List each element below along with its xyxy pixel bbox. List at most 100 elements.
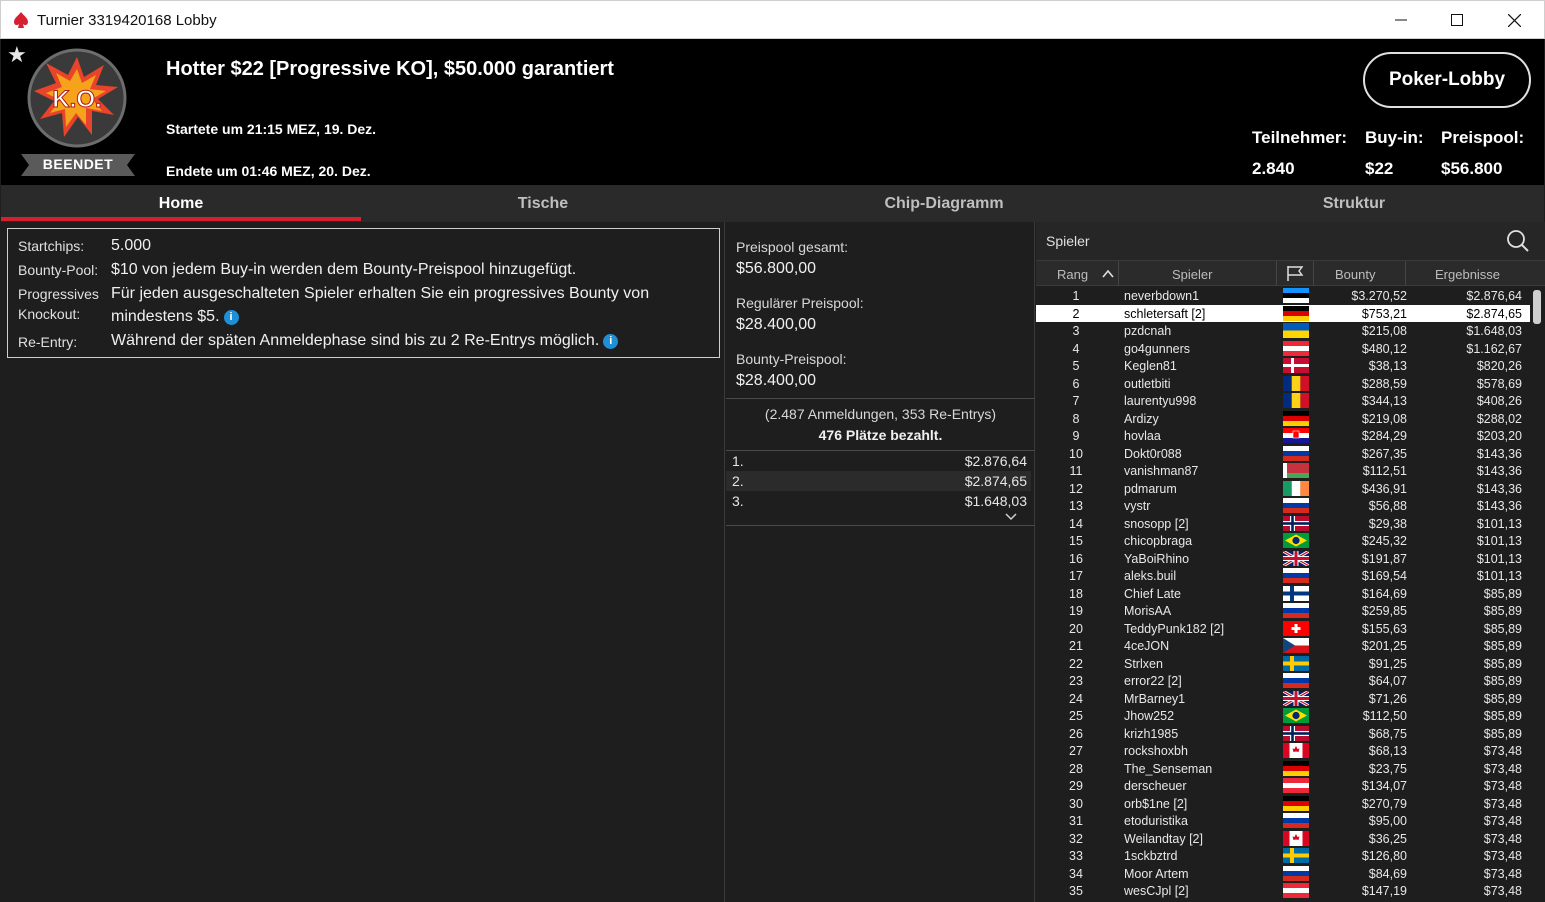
sort-asc-icon[interactable] bbox=[1102, 269, 1114, 278]
table-row[interactable]: 17 aleks.buil $169,54 $101,13 bbox=[1036, 567, 1530, 585]
player-search[interactable]: Spieler bbox=[1036, 222, 1545, 260]
prizepool-label: Preispool: bbox=[1441, 128, 1525, 147]
table-row[interactable]: 4 go4gunners $480,12 $1.162,67 bbox=[1036, 340, 1530, 358]
table-row[interactable]: 33 1sckbztrd $126,80 $73,48 bbox=[1036, 847, 1530, 865]
pko-info-icon[interactable]: i bbox=[223, 310, 239, 325]
table-row[interactable]: 5 Keglen81 $38,13 $820,26 bbox=[1036, 357, 1530, 375]
table-row[interactable]: 32 Weilandtay [2] $36,25 $73,48 bbox=[1036, 830, 1530, 848]
table-row[interactable]: 29 derscheuer $134,07 $73,48 bbox=[1036, 777, 1530, 795]
table-row[interactable]: 3 pzdcnah $215,08 $1.648,03 bbox=[1036, 322, 1530, 340]
player-rank: 22 bbox=[1069, 656, 1083, 671]
at-flag-icon bbox=[1283, 778, 1309, 793]
player-result: $101,13 bbox=[1476, 534, 1522, 548]
col-rank[interactable]: Rang bbox=[1057, 267, 1088, 282]
col-player[interactable]: Spieler bbox=[1172, 267, 1212, 282]
table-row[interactable]: 13 vystr $56,88 $143,36 bbox=[1036, 497, 1530, 515]
tournament-header: ★ K.O. BEENDET Hotter $22 [Progressive K… bbox=[1, 39, 1544, 185]
player-name: vanishman87 bbox=[1124, 464, 1199, 478]
minimize-button[interactable] bbox=[1372, 1, 1430, 39]
table-row[interactable]: 9 hovlaa $284,29 $203,20 bbox=[1036, 427, 1530, 445]
table-row[interactable]: 26 krizh1985 $68,75 $85,89 bbox=[1036, 725, 1530, 743]
player-result: $85,89 bbox=[1483, 674, 1522, 688]
player-name: pzdcnah bbox=[1124, 324, 1172, 338]
table-row[interactable]: 8 Ardizy $219,08 $288,02 bbox=[1036, 410, 1530, 428]
close-icon bbox=[1507, 13, 1521, 27]
pko-value-text: mindestens $5. bbox=[111, 308, 220, 325]
player-rank: 12 bbox=[1069, 481, 1083, 496]
favorite-star-icon[interactable]: ★ bbox=[7, 44, 27, 66]
chevron-down-icon[interactable] bbox=[1004, 512, 1018, 522]
tab-tables[interactable]: Tische bbox=[363, 185, 723, 222]
table-row[interactable]: 12 pdmarum $436,91 $143,36 bbox=[1036, 480, 1530, 498]
table-row[interactable]: 27 rockshoxbh $68,13 $73,48 bbox=[1036, 742, 1530, 760]
reentry-info-icon[interactable]: i bbox=[603, 334, 619, 349]
table-row[interactable]: 19 MorisAA $259,85 $85,89 bbox=[1036, 602, 1530, 620]
total-prizepool-value: $56.800,00 bbox=[736, 260, 817, 277]
table-row[interactable]: 21 4ceJON $201,25 $85,89 bbox=[1036, 637, 1530, 655]
player-result: $143,36 bbox=[1476, 446, 1522, 461]
player-name: MorisAA bbox=[1124, 604, 1172, 618]
table-row[interactable]: 31 etoduristika $95,00 $73,48 bbox=[1036, 812, 1530, 830]
tab-structure[interactable]: Struktur bbox=[1173, 185, 1535, 222]
table-row[interactable]: 11 vanishman87 $112,51 $143,36 bbox=[1036, 462, 1530, 480]
at-flag-icon bbox=[1283, 883, 1309, 898]
player-name: Strlxen bbox=[1124, 656, 1163, 671]
player-bounty: $270,79 bbox=[1361, 796, 1407, 811]
payout-place: 2. bbox=[732, 473, 744, 489]
player-bounty: $259,85 bbox=[1361, 604, 1407, 618]
table-row[interactable]: 10 Dokt0r088 $267,35 $143,36 bbox=[1036, 445, 1530, 463]
table-row[interactable]: 28 The_Senseman $23,75 $73,48 bbox=[1036, 760, 1530, 778]
player-bounty: $95,00 bbox=[1368, 814, 1407, 828]
table-row[interactable]: 18 Chief Late $164,69 $85,89 bbox=[1036, 585, 1530, 603]
at-flag-icon bbox=[1283, 340, 1309, 356]
table-row[interactable]: 25 Jhow252 $112,50 $85,89 bbox=[1036, 707, 1530, 725]
table-row[interactable]: 35 wesCJpl [2] $147,19 $73,48 bbox=[1036, 882, 1530, 900]
player-bounty: $436,91 bbox=[1361, 481, 1407, 496]
br-flag-icon bbox=[1283, 533, 1309, 548]
table-row[interactable]: 23 error22 [2] $64,07 $85,89 bbox=[1036, 672, 1530, 690]
entries-summary: (2.487 Anmeldungen, 353 Re-Entrys) bbox=[764, 406, 997, 422]
bounty-prizepool-value: $28.400,00 bbox=[736, 372, 817, 389]
ru-flag-icon bbox=[1283, 813, 1309, 828]
table-row[interactable]: 2 schletersaft [2] $753,21 $2.874,65 bbox=[1036, 304, 1530, 322]
player-bounty: $126,80 bbox=[1361, 849, 1407, 863]
poker-lobby-button[interactable]: Poker-Lobby bbox=[1363, 52, 1531, 108]
table-row[interactable]: 24 MrBarney1 $71,26 $85,89 bbox=[1036, 690, 1530, 708]
table-row[interactable]: 7 laurentyu998 $344,13 $408,26 bbox=[1036, 392, 1530, 410]
player-name: hovlaa bbox=[1124, 429, 1161, 443]
player-bounty: $68,75 bbox=[1368, 726, 1407, 741]
table-row[interactable]: 16 YaBoiRhino $191,87 $101,13 bbox=[1036, 550, 1530, 568]
players-scrollbar-thumb[interactable] bbox=[1533, 290, 1541, 324]
ru-flag-icon bbox=[1283, 673, 1309, 688]
col-bounty[interactable]: Bounty bbox=[1335, 267, 1375, 282]
players-scrollbar[interactable] bbox=[1530, 286, 1545, 902]
flag-column-icon[interactable] bbox=[1286, 265, 1304, 282]
maximize-button[interactable] bbox=[1428, 1, 1486, 39]
no-flag-icon bbox=[1283, 725, 1309, 741]
table-row[interactable]: 14 snosopp [2] $29,38 $101,13 bbox=[1036, 515, 1530, 533]
player-result: $73,48 bbox=[1483, 849, 1522, 863]
table-row[interactable]: 34 Moor Artem $84,69 $73,48 bbox=[1036, 865, 1530, 883]
player-result: $1.162,67 bbox=[1466, 341, 1522, 356]
player-rank: 8 bbox=[1072, 411, 1080, 426]
col-result[interactable]: Ergebnisse bbox=[1435, 267, 1500, 282]
table-row[interactable]: 30 orb$1ne [2] $270,79 $73,48 bbox=[1036, 795, 1530, 813]
table-row[interactable]: 22 Strlxen $91,25 $85,89 bbox=[1036, 655, 1530, 673]
tab-chip-chart[interactable]: Chip-Diagramm bbox=[763, 185, 1125, 222]
player-name: Chief Late bbox=[1124, 586, 1181, 601]
player-name: Weilandtay [2] bbox=[1124, 831, 1203, 846]
table-row[interactable]: 15 chicopbraga $245,32 $101,13 bbox=[1036, 532, 1530, 550]
table-row[interactable]: 1 neverbdown1 $3.270,52 $2.876,64 bbox=[1036, 287, 1530, 305]
table-row[interactable]: 6 outletbiti $288,59 $578,69 bbox=[1036, 375, 1530, 393]
tournament-info-box: Startchips: 5.000 Bounty-Pool: $10 von j… bbox=[7, 228, 720, 358]
close-button[interactable] bbox=[1485, 1, 1543, 39]
player-rank: 30 bbox=[1069, 796, 1083, 811]
table-row[interactable]: 20 TeddyPunk182 [2] $155,63 $85,89 bbox=[1036, 620, 1530, 638]
player-result: $2.876,64 bbox=[1466, 289, 1522, 303]
player-name: chicopbraga bbox=[1124, 534, 1193, 548]
player-bounty: $84,69 bbox=[1368, 866, 1407, 881]
player-name: orb$1ne [2] bbox=[1124, 796, 1188, 811]
player-result: $85,89 bbox=[1483, 604, 1522, 618]
player-name: krizh1985 bbox=[1124, 726, 1179, 741]
search-icon[interactable] bbox=[1506, 229, 1530, 253]
